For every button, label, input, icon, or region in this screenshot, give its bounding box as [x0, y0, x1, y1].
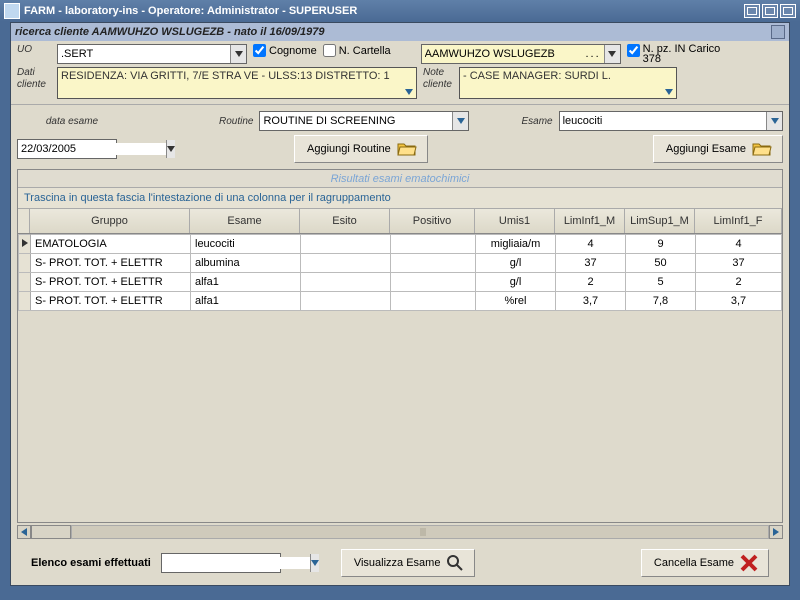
- npz-checkbox[interactable]: N. pz. IN Carico378: [627, 44, 721, 64]
- exam-action-row: Aggiungi Routine Aggiungi Esame: [11, 135, 789, 167]
- grid-title: Risultati esami ematochimici: [18, 170, 782, 188]
- npz-checkbox-input[interactable]: [627, 44, 640, 57]
- aggiungi-esame-button[interactable]: Aggiungi Esame: [653, 135, 783, 163]
- scroll-right-button[interactable]: [769, 525, 783, 539]
- exam-select-row: data esame Routine Esame: [11, 107, 789, 135]
- ncartella-label: N. Cartella: [339, 45, 391, 57]
- results-grid: Risultati esami ematochimici Trascina in…: [17, 169, 783, 523]
- ncartella-checkbox-input[interactable]: [323, 44, 336, 57]
- col-esame[interactable]: Esame: [190, 209, 300, 233]
- row-header-spacer: [18, 209, 30, 233]
- aggiungi-routine-label: Aggiungi Routine: [307, 143, 391, 155]
- npz-label: N. pz. IN Carico378: [643, 44, 721, 64]
- dati-cliente-text: RESIDENZA: VIA GRITTI, 7/E STRA VE - ULS…: [61, 70, 390, 82]
- data-esame-label: data esame: [17, 116, 127, 127]
- cancella-esame-button[interactable]: Cancella Esame: [641, 549, 769, 577]
- table-row[interactable]: EMATOLOGIAleucocitimigliaia/m494: [19, 235, 782, 254]
- client-input[interactable]: [422, 48, 586, 60]
- cancella-label: Cancella Esame: [654, 557, 734, 569]
- client-header-text: ricerca cliente AAMWUHZO WSLUGEZB - nato…: [15, 26, 325, 38]
- delete-x-icon: [740, 554, 758, 572]
- scroll-thumb[interactable]: [31, 525, 71, 539]
- col-liminf1f[interactable]: LimInf1_F: [695, 209, 782, 233]
- routine-dropdown-icon[interactable]: [452, 112, 468, 130]
- col-umis1[interactable]: Umis1: [475, 209, 555, 233]
- grid-body: EMATOLOGIAleucocitimigliaia/m494S- PROT.…: [18, 234, 782, 522]
- note-cliente-text: - CASE MANAGER: SURDI L.: [463, 70, 611, 82]
- esame-combo[interactable]: [559, 111, 783, 131]
- folder-open-icon: [397, 141, 417, 157]
- dati-label-1: Dati: [17, 67, 51, 78]
- client-ellipsis: ...: [586, 48, 604, 60]
- col-positivo[interactable]: Positivo: [390, 209, 475, 233]
- data-esame-input[interactable]: [18, 143, 166, 155]
- aggiungi-esame-label: Aggiungi Esame: [666, 143, 746, 155]
- dropdown-corner-icon: [403, 85, 415, 97]
- table-row[interactable]: S- PROT. TOT. + ELETTRalbuminag/l375037: [19, 254, 782, 273]
- uo-input[interactable]: [58, 48, 230, 60]
- routine-combo[interactable]: [259, 111, 469, 131]
- dati-cliente-box[interactable]: RESIDENZA: VIA GRITTI, 7/E STRA VE - ULS…: [57, 67, 417, 99]
- note-cliente-box[interactable]: - CASE MANAGER: SURDI L.: [459, 67, 677, 99]
- uo-label: UO: [17, 44, 51, 55]
- horizontal-scrollbar[interactable]: [17, 525, 783, 539]
- note-label-1: Note: [423, 67, 453, 78]
- col-esito[interactable]: Esito: [300, 209, 390, 233]
- elenco-dropdown-icon[interactable]: [310, 554, 319, 572]
- esame-dropdown-icon[interactable]: [766, 112, 782, 130]
- cognome-label: Cognome: [269, 45, 317, 57]
- grid-table: EMATOLOGIAleucocitimigliaia/m494S- PROT.…: [18, 234, 782, 311]
- client-dropdown-icon[interactable]: [604, 45, 620, 63]
- app-frame: ricerca cliente AAMWUHZO WSLUGEZB - nato…: [10, 22, 790, 586]
- scroll-left-button[interactable]: [17, 525, 31, 539]
- esame-label: Esame: [521, 116, 552, 127]
- app-icon: [4, 3, 20, 19]
- visualizza-label: Visualizza Esame: [354, 557, 441, 569]
- table-row[interactable]: S- PROT. TOT. + ELETTRalfa1g/l252: [19, 273, 782, 292]
- close-window-button[interactable]: [780, 4, 796, 18]
- data-esame-datepicker[interactable]: [17, 139, 117, 159]
- window-titlebar: FARM - laboratory-ins - Operatore: Admin…: [0, 0, 800, 22]
- form-row-2: Dati cliente RESIDENZA: VIA GRITTI, 7/E …: [11, 67, 789, 102]
- table-row[interactable]: S- PROT. TOT. + ELETTRalfa1%rel3,77,83,7: [19, 292, 782, 311]
- col-gruppo[interactable]: Gruppo: [30, 209, 190, 233]
- form-row-1: UO Cognome N. Cartella ... N. pz. IN Car…: [11, 41, 789, 67]
- visualizza-esame-button[interactable]: Visualizza Esame: [341, 549, 476, 577]
- client-header: ricerca cliente AAMWUHZO WSLUGEZB - nato…: [11, 23, 789, 41]
- cognome-checkbox[interactable]: Cognome: [253, 44, 317, 57]
- elenco-input[interactable]: [162, 557, 310, 569]
- cognome-checkbox-input[interactable]: [253, 44, 266, 57]
- client-combo[interactable]: ...: [421, 44, 621, 64]
- elenco-label: Elenco esami effettuati: [31, 557, 151, 569]
- note-label-2: cliente: [423, 79, 453, 90]
- dati-label-2: cliente: [17, 79, 51, 90]
- uo-combo[interactable]: [57, 44, 247, 64]
- ncartella-checkbox[interactable]: N. Cartella: [323, 44, 391, 57]
- magnifier-icon: [446, 554, 464, 572]
- window-title: FARM - laboratory-ins - Operatore: Admin…: [24, 5, 357, 17]
- esame-input[interactable]: [560, 115, 766, 127]
- aggiungi-routine-button[interactable]: Aggiungi Routine: [294, 135, 428, 163]
- group-by-bar[interactable]: Trascina in questa fascia l'intestazione…: [18, 188, 782, 209]
- routine-label: Routine: [219, 116, 253, 127]
- date-dropdown-icon[interactable]: [166, 140, 175, 158]
- col-liminf1m[interactable]: LimInf1_M: [555, 209, 625, 233]
- uo-dropdown-icon[interactable]: [230, 45, 246, 63]
- col-limsup1m[interactable]: LimSup1_M: [625, 209, 695, 233]
- close-panel-button[interactable]: [771, 25, 785, 39]
- folder-open-icon: [752, 141, 772, 157]
- elenco-combo[interactable]: [161, 553, 281, 573]
- footer-bar: Elenco esami effettuati Visualizza Esame…: [11, 545, 789, 585]
- grid-header-row: Gruppo Esame Esito Positivo Umis1 LimInf…: [18, 209, 782, 234]
- routine-input[interactable]: [260, 115, 452, 127]
- minimize-button[interactable]: [744, 4, 760, 18]
- dropdown-corner-icon: [663, 85, 675, 97]
- scroll-track[interactable]: [71, 525, 769, 539]
- maximize-button[interactable]: [762, 4, 778, 18]
